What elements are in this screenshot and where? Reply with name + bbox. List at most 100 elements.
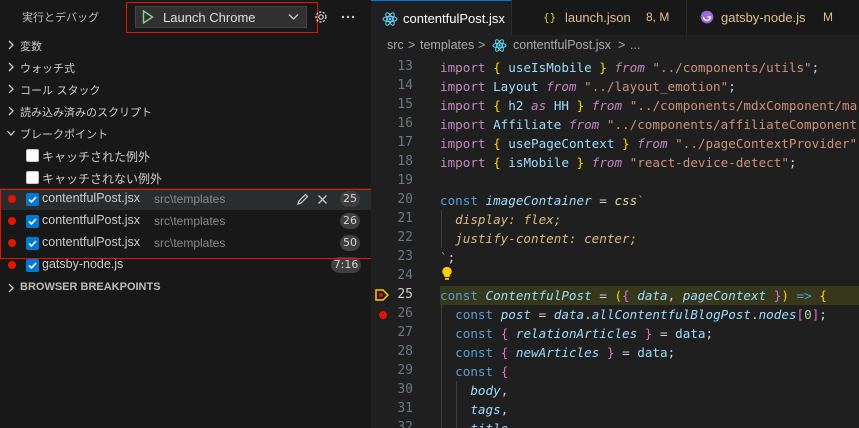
section-label: BROWSER BREAKPOINTS xyxy=(20,281,161,293)
chevron-down-icon[interactable] xyxy=(288,13,299,21)
json-icon: {} xyxy=(543,11,557,24)
code-line-26[interactable]: const post = data.allContentfulBlogPost.… xyxy=(440,305,859,324)
breakpoint-file: gatsby-node.js xyxy=(42,257,124,271)
section-label: コール スタック xyxy=(20,84,101,97)
start-debugging-icon[interactable] xyxy=(142,10,154,24)
line-number[interactable]: 20 xyxy=(371,192,413,207)
code-line-27[interactable]: const { relationArticles } = data; xyxy=(440,324,859,343)
chevron-down-icon xyxy=(7,130,15,136)
line-number[interactable]: 17 xyxy=(371,135,413,150)
debug-sidebar: 実行とデバッグ Launch Chrome 変数 ウォッチ式 コール スタック xyxy=(0,0,387,428)
chevron-right-icon xyxy=(8,84,14,94)
gear-icon[interactable] xyxy=(313,9,329,25)
section-browser-breakpoints[interactable]: BROWSER BREAKPOINTS xyxy=(0,277,371,299)
code-line-15[interactable]: import { h2 as HH } from "../components/… xyxy=(440,96,859,115)
breadcrumb-segment[interactable]: src xyxy=(387,38,404,52)
code-line-16[interactable]: import Affiliate from "../components/aff… xyxy=(440,115,859,134)
launch-config-label: Launch Chrome xyxy=(163,10,256,25)
line-number[interactable]: 31 xyxy=(371,401,413,416)
code-line-14[interactable]: import Layout from "../layout_emotion"; xyxy=(440,77,859,96)
breakpoint-gutter-dot-icon[interactable] xyxy=(379,311,387,319)
line-number[interactable]: 21 xyxy=(371,211,413,226)
section-watch[interactable]: ウォッチ式 xyxy=(0,56,371,78)
code-line-23[interactable]: `; xyxy=(440,248,859,267)
line-number[interactable]: 32 xyxy=(371,420,413,428)
gatsby-icon xyxy=(700,10,714,24)
paused-breakpoint-arrow-icon xyxy=(375,289,389,301)
line-number[interactable]: 18 xyxy=(371,154,413,169)
section-breakpoints[interactable]: ブレークポイント xyxy=(0,122,371,144)
code-line-31[interactable]: tags, xyxy=(440,400,859,419)
section-label: 読み込み済みのスクリプト xyxy=(20,106,152,119)
tab-label: launch.json xyxy=(565,10,631,25)
tab-status: 8, M xyxy=(646,10,670,24)
breadcrumb-segment[interactable]: contentfulPost.jsx xyxy=(513,38,611,52)
section-label: ブレークポイント xyxy=(20,128,108,141)
exception-caught-row[interactable]: キャッチされた例外 xyxy=(0,144,371,166)
line-number[interactable]: 27 xyxy=(371,325,413,340)
line-number[interactable]: 30 xyxy=(371,382,413,397)
tab-gatsby-node[interactable]: gatsby-node.js M xyxy=(687,0,859,35)
exception-caught-checkbox[interactable] xyxy=(26,149,39,162)
code-line-13[interactable]: import { useIsMobile } from "../componen… xyxy=(440,58,859,77)
code-line-21[interactable]: display: flex; xyxy=(440,210,859,229)
code-line-30[interactable]: body, xyxy=(440,381,859,400)
line-number[interactable]: 16 xyxy=(371,116,413,131)
breadcrumb: src > templates > contentfulPost.jsx > .… xyxy=(371,35,859,57)
chevron-right-icon xyxy=(8,40,14,50)
line-number[interactable]: 29 xyxy=(371,363,413,378)
editor-tabbar: contentfulPost.jsx {} launch.json 8, M g… xyxy=(371,0,859,35)
section-label: ウォッチ式 xyxy=(20,62,75,75)
code-editor: contentfulPost.jsx {} launch.json 8, M g… xyxy=(371,0,859,428)
line-number[interactable]: 28 xyxy=(371,344,413,359)
code-line-17[interactable]: import { usePageContext } from "../pageC… xyxy=(440,134,859,153)
code-line-18[interactable]: import { isMobile } from "react-device-d… xyxy=(440,153,859,172)
tab-contentfulpost[interactable]: contentfulPost.jsx xyxy=(371,0,512,35)
code-line-20[interactable]: const imageContainer = css` xyxy=(440,191,859,210)
react-icon xyxy=(382,12,398,26)
breakpoint-checkbox[interactable] xyxy=(26,259,39,272)
launch-config-select[interactable]: Launch Chrome xyxy=(135,6,307,28)
exception-uncaught-row[interactable]: キャッチされない例外 xyxy=(0,166,371,188)
line-number[interactable]: 13 xyxy=(371,59,413,74)
react-icon xyxy=(492,39,507,52)
breakpoint-dot-icon xyxy=(8,261,16,269)
code-line-29[interactable]: const { xyxy=(440,362,859,381)
line-number[interactable]: 26 xyxy=(371,306,413,321)
section-callstack[interactable]: コール スタック xyxy=(0,78,371,100)
tab-status: M xyxy=(823,10,833,24)
lightbulb-icon[interactable] xyxy=(441,266,453,281)
section-variables[interactable]: 変数 xyxy=(0,34,371,56)
exception-label: キャッチされた例外 xyxy=(42,150,151,164)
breakpoint-line-badge: 7:16 xyxy=(331,257,361,273)
breadcrumb-separator: > xyxy=(478,38,486,52)
code-line-28[interactable]: const { newArticles } = data; xyxy=(440,343,859,362)
line-number[interactable]: 23 xyxy=(371,249,413,264)
code-line-25[interactable]: const ContentfulPost = ({ data, pageCont… xyxy=(440,286,859,305)
line-number[interactable]: 15 xyxy=(371,97,413,112)
chevron-right-icon xyxy=(8,62,14,72)
exception-uncaught-checkbox[interactable] xyxy=(26,171,39,184)
tab-label: gatsby-node.js xyxy=(721,10,806,25)
debug-view-title: 実行とデバッグ xyxy=(22,11,99,24)
code-line-22[interactable]: justify-content: center; xyxy=(440,229,859,248)
breadcrumb-segment[interactable]: templates xyxy=(420,38,474,52)
chevron-right-icon xyxy=(8,283,14,293)
section-label: 変数 xyxy=(20,40,42,53)
section-loaded-scripts[interactable]: 読み込み済みのスクリプト xyxy=(0,100,371,122)
breadcrumb-separator: > xyxy=(618,38,626,52)
line-number[interactable]: 24 xyxy=(371,268,413,283)
breadcrumb-segment[interactable]: ... xyxy=(630,38,640,52)
tab-label: contentfulPost.jsx xyxy=(403,11,505,26)
line-number[interactable]: 19 xyxy=(371,173,413,188)
line-number[interactable]: 14 xyxy=(371,78,413,93)
code-line-32[interactable]: title xyxy=(440,419,859,428)
breakpoints-highlight-box xyxy=(0,189,387,259)
line-number[interactable]: 22 xyxy=(371,230,413,245)
debug-toolbar: 実行とデバッグ Launch Chrome xyxy=(0,0,371,34)
breadcrumb-separator: > xyxy=(408,38,416,52)
chevron-right-icon xyxy=(8,106,14,116)
tab-launch-json[interactable]: {} launch.json 8, M xyxy=(512,0,687,35)
more-actions-icon[interactable] xyxy=(340,9,356,25)
exception-label: キャッチされない例外 xyxy=(42,172,163,186)
